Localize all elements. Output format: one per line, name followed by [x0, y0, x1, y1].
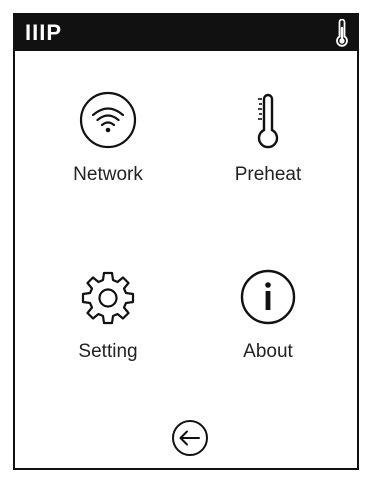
- menu-item-setting[interactable]: Setting: [33, 265, 183, 385]
- menu-item-label: Preheat: [234, 164, 302, 185]
- menu-item-label: Setting: [78, 341, 138, 362]
- back-arrow-icon[interactable]: [170, 418, 210, 458]
- gear-icon: [81, 271, 135, 325]
- thermometer-icon: [257, 93, 279, 149]
- thermometer-icon: [336, 19, 348, 47]
- menu-item-label: About: [243, 341, 293, 362]
- title-bar: IIIP: [15, 15, 357, 51]
- menu-item-preheat[interactable]: Preheat: [193, 88, 343, 208]
- brand-logo: IIIP: [25, 20, 63, 45]
- menu-item-network[interactable]: Network: [33, 88, 183, 208]
- wifi-icon: [79, 91, 137, 149]
- menu-item-about[interactable]: About: [193, 265, 343, 385]
- printer-screen: IIIP Network Preheat Setting About: [13, 13, 359, 470]
- info-icon: [240, 269, 296, 325]
- menu-item-label: Network: [73, 164, 143, 185]
